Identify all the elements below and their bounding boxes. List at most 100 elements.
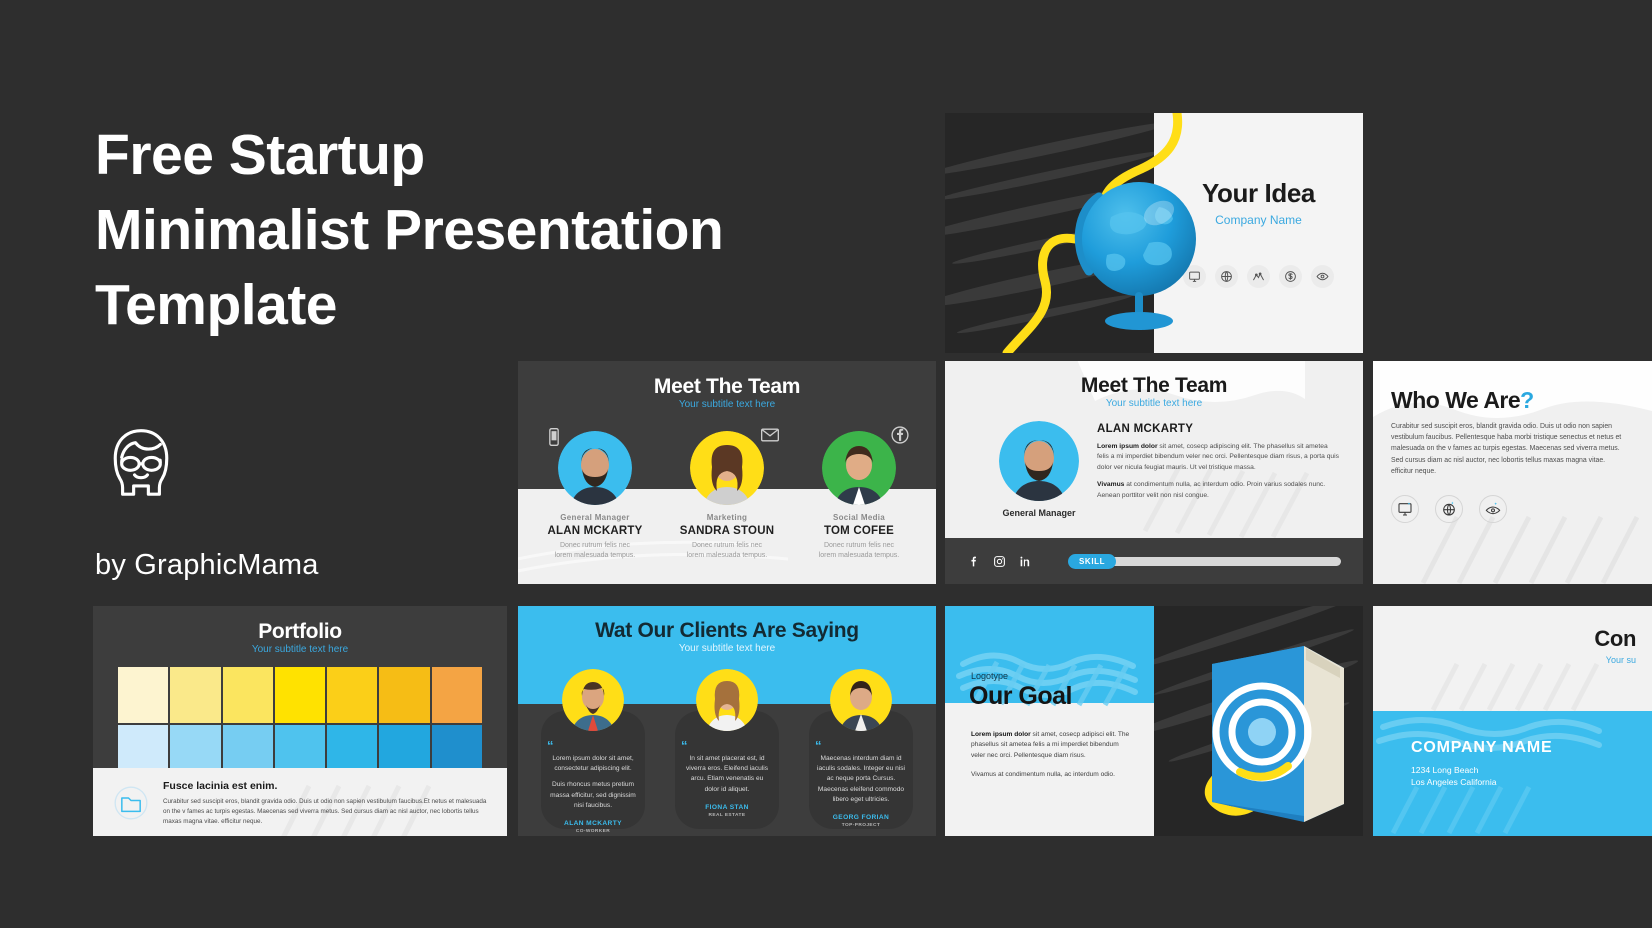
who-we-are-title-text: Who We Are [1391,387,1521,413]
hero-heading: Free Startup Minimalist Presentation Tem… [95,118,895,344]
team-member-name: ALAN MCKARTY [547,525,643,537]
skill-track[interactable] [1110,556,1341,566]
who-we-are-icon-row [1391,494,1652,523]
clients-header: Wat Our Clients Are Saying Your subtitle… [518,606,936,654]
monitor-icon[interactable] [1391,494,1419,523]
avatar [690,431,764,505]
slide-portfolio[interactable]: Portfolio Your subtitle text here Fusce … [93,606,507,836]
testimonial-role: REAL ESTATE [708,812,746,818]
slide-meet-the-team-single[interactable]: Meet The Team Your subtitle text here Ge… [945,361,1363,584]
testimonial-name: ALAN MCKARTY [564,820,622,828]
social-icon-row [967,555,1032,568]
our-goal-text-panel: Logotype Our Goal Lorem ipsum dolor sit … [945,606,1154,836]
portfolio-title: Portfolio [258,620,342,643]
portfolio-subtitle: Your subtitle text here [251,644,349,655]
graphicmama-woman-face-icon [113,429,169,496]
avatar [696,669,758,731]
our-goal-paragraph-2: Vivamus at condimentum nulla, ac interdu… [971,771,1115,779]
hero-title-line-3: Template [95,273,338,338]
team-member[interactable]: General Manager ALAN MCKARTY Donec rutru… [546,428,644,561]
testimonial-quote-2: Duis rhoncus metus pretium massa efficit… [550,781,636,809]
eye-icon[interactable] [1311,265,1334,288]
testimonial-role: CO-WORKER [575,829,611,835]
avatar [822,431,896,505]
portfolio-color-grid [93,667,507,781]
team-single-subtitle: Your subtitle text here [1105,398,1203,409]
portfolio-caption-card: Fusce lacinia est enim. Curabitur sed su… [93,768,507,836]
instagram-icon[interactable] [993,555,1006,568]
team-member-name: TOM COFEE [824,525,894,537]
avatar [999,421,1079,501]
hero-title-line-1: Free Startup [95,123,425,187]
portfolio-grid-cell[interactable] [431,667,482,723]
quote-icon: “ [547,738,554,753]
team-grid-subtitle: Your subtitle text here [678,399,776,410]
team-member-list: General Manager ALAN MCKARTY Donec rutru… [518,426,936,561]
team-member-desc: Donec rutrum felis nec lorem malesuada t… [554,542,636,560]
slide-meet-the-team-grid[interactable]: Meet The Team Your subtitle text here Ge… [518,361,936,584]
our-goal-paragraph-1: Lorem ipsum dolor sit amet, cosecp adipi… [971,730,1131,781]
team-single-footer: SKILL [945,538,1363,584]
team-grid-header: Meet The Team Your subtitle text here [518,361,936,410]
team-single-card: Meet The Team Your subtitle text here Ge… [945,361,1363,538]
facebook-icon[interactable] [967,555,980,568]
team-member-desc: Donec rutrum felis nec lorem malesuada t… [818,542,900,560]
testimonial-item[interactable]: “ Lorem ipsum dolor sit amet, consectetu… [541,669,645,835]
team-member-desc: Donec rutrum felis nec lorem malesuada t… [686,542,768,560]
portfolio-header: Portfolio Your subtitle text here [93,606,507,655]
slide-clients[interactable]: Wat Our Clients Are Saying Your subtitle… [518,606,936,836]
avatar [830,669,892,731]
slide-your-idea[interactable]: Your Idea Company Name [945,113,1363,353]
portfolio-grid-cell[interactable] [327,667,378,723]
who-we-are-title: Who We Are? [1391,387,1652,414]
team-grid-title: Meet The Team [653,375,801,398]
paragraph-1-lead: Lorem ipsum dolor [1097,443,1158,450]
contact-address-line-2: Los Angeles California [1411,777,1497,788]
team-member[interactable]: Marketing SANDRA STOUN Donec rutrum feli… [678,428,779,561]
analytics-icon[interactable] [1247,265,1270,288]
contact-subtitle: Your su [1605,655,1636,665]
team-single-role: General Manager [1002,508,1076,518]
slide-our-goal[interactable]: Logotype Our Goal Lorem ipsum dolor sit … [945,606,1363,836]
testimonial-quote-1: Lorem ipsum dolor sit amet, consectetur … [552,755,634,773]
contact-address: 1234 Long Beach Los Angeles California [1411,764,1497,789]
contact-address-line-1: 1234 Long Beach [1411,765,1479,775]
team-single-profile: General Manager [999,421,1079,518]
portfolio-grid-cell[interactable] [379,667,430,723]
our-goal-art-panel [1154,606,1363,836]
testimonial-quote-1: Maecenas interdum diam id iaculis sodale… [817,755,905,803]
portfolio-grid-cell[interactable] [170,667,221,723]
our-goal-title: Our Goal [969,682,1072,710]
contact-company-name: COMPANY NAME [1411,739,1553,756]
testimonial-name: FIONA STAN [705,803,749,811]
our-goal-paragraph-lead: Lorem ipsum dolor [971,731,1031,738]
testimonial-item[interactable]: “ In sit amet placerat est, id viverra e… [675,669,779,834]
portfolio-grid-cell[interactable] [274,667,326,723]
dollar-icon[interactable] [1279,265,1302,288]
linkedin-icon[interactable] [1019,555,1032,568]
team-member[interactable]: Social Media TOM COFEE Donec rutrum feli… [810,426,909,561]
quote-icon: “ [815,738,822,753]
who-we-are-paragraph: Curabitur sed suscipit eros, blandit gra… [1391,423,1622,475]
slide-who-we-are[interactable]: Who We Are? Curabitur sed suscipit eros,… [1373,361,1652,584]
team-single-title: Meet The Team [1080,374,1228,397]
contact-blue-panel: COMPANY NAME 1234 Long Beach Los Angeles… [1373,711,1652,836]
team-member-name: SANDRA STOUN [679,525,775,537]
portfolio-grid-cell[interactable] [222,667,273,723]
poster-canvas: Free Startup Minimalist Presentation Tem… [0,0,1652,928]
team-single-header: Meet The Team Your subtitle text here [945,361,1363,409]
contact-title: Con [1594,626,1636,651]
folder-icon [114,786,148,820]
testimonial-role: TOP-PROJECT [841,823,881,829]
globe-icon[interactable] [1435,494,1463,523]
team-single-name: ALAN MCKARTY [1097,423,1194,435]
book-target-illustration [1204,646,1344,822]
clients-subtitle: Your subtitle text here [678,643,776,654]
testimonial-item[interactable]: “ Maecenas interdum diam id iaculis soda… [809,669,913,834]
testimonial-list: “ Lorem ipsum dolor sit amet, consectetu… [518,669,936,834]
portfolio-grid-cell[interactable] [118,667,169,723]
slide-contact[interactable]: Con Your su COMPANY NAME 1234 Long Beach… [1373,606,1652,836]
team-single-paragraph-1: Lorem ipsum dolor sit amet, cosecp adipi… [1097,442,1339,473]
skill-meter[interactable]: SKILL [1068,553,1341,569]
eye-icon[interactable] [1479,494,1507,523]
